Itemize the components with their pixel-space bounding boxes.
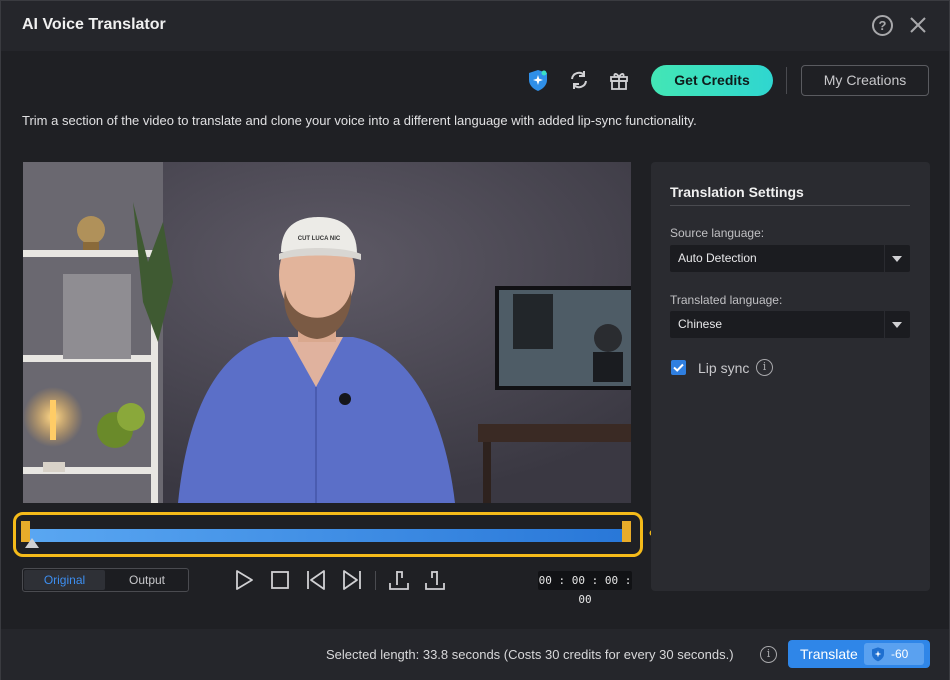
select-divider [884, 245, 885, 272]
translated-language-select[interactable]: Chinese [670, 311, 910, 338]
toolbar-divider [786, 67, 787, 94]
source-language-label: Source language: [670, 226, 765, 240]
source-language-value: Auto Detection [678, 251, 757, 265]
selected-length-text: Selected length: 33.8 seconds (Costs 30 … [326, 647, 734, 662]
source-language-select[interactable]: Auto Detection [670, 245, 910, 272]
translated-language-value: Chinese [678, 317, 723, 331]
next-frame-icon[interactable] [340, 568, 364, 592]
title-bar: AI Voice Translator ? [1, 1, 949, 51]
set-in-point-icon[interactable] [387, 568, 411, 592]
translate-button[interactable]: Translate -60 [788, 640, 930, 668]
credit-cost-badge: -60 [864, 643, 924, 665]
window-title: AI Voice Translator [22, 16, 166, 33]
lip-sync-info-icon[interactable]: i [756, 359, 773, 376]
chevron-down-icon [892, 256, 902, 262]
translate-label: Translate [800, 646, 858, 662]
trim-end-handle[interactable] [622, 521, 631, 542]
panel-title: Translation Settings [670, 184, 804, 200]
toggle-original[interactable]: Original [24, 570, 105, 590]
panel-divider [670, 205, 910, 206]
play-icon[interactable] [232, 568, 256, 592]
lip-sync-checkbox[interactable] [671, 360, 686, 375]
toggle-output[interactable]: Output [107, 570, 187, 590]
translation-settings-panel: Translation Settings Source language: Au… [651, 162, 930, 591]
gift-icon[interactable] [607, 68, 631, 92]
help-icon[interactable]: ? [872, 15, 893, 36]
playhead-marker[interactable] [25, 538, 39, 548]
chevron-down-icon [892, 322, 902, 328]
video-preview: CUT LUCA NIC [23, 162, 631, 503]
translated-language-label: Translated language: [670, 293, 783, 307]
timecode-display: 00 : 00 : 00 : 00 [538, 571, 632, 606]
my-creations-button[interactable]: My Creations [801, 65, 929, 96]
credit-cost-value: -60 [891, 647, 909, 661]
instructions-text: Trim a section of the video to translate… [22, 113, 697, 128]
stop-icon[interactable] [268, 568, 292, 592]
previous-frame-icon[interactable] [304, 568, 328, 592]
lip-sync-label[interactable]: Lip sync [698, 360, 749, 376]
get-credits-button[interactable]: Get Credits [651, 65, 773, 96]
ai-shield-icon [872, 647, 884, 662]
cost-info-icon[interactable]: i [760, 646, 777, 663]
set-out-point-icon[interactable] [423, 568, 447, 592]
cap-text: CUT LUCA NIC [298, 236, 341, 242]
refresh-icon[interactable] [567, 68, 591, 92]
ai-voice-translator-window: AI Voice Translator ? Get Credits My Cre… [0, 0, 950, 680]
close-icon[interactable] [907, 14, 929, 36]
ai-shield-icon[interactable] [526, 68, 550, 92]
select-divider [884, 311, 885, 338]
video-frame-illustration: CUT LUCA NIC [23, 162, 631, 503]
controls-divider [375, 571, 376, 590]
trim-track[interactable] [25, 529, 629, 542]
original-output-toggle: Original Output [22, 568, 189, 592]
